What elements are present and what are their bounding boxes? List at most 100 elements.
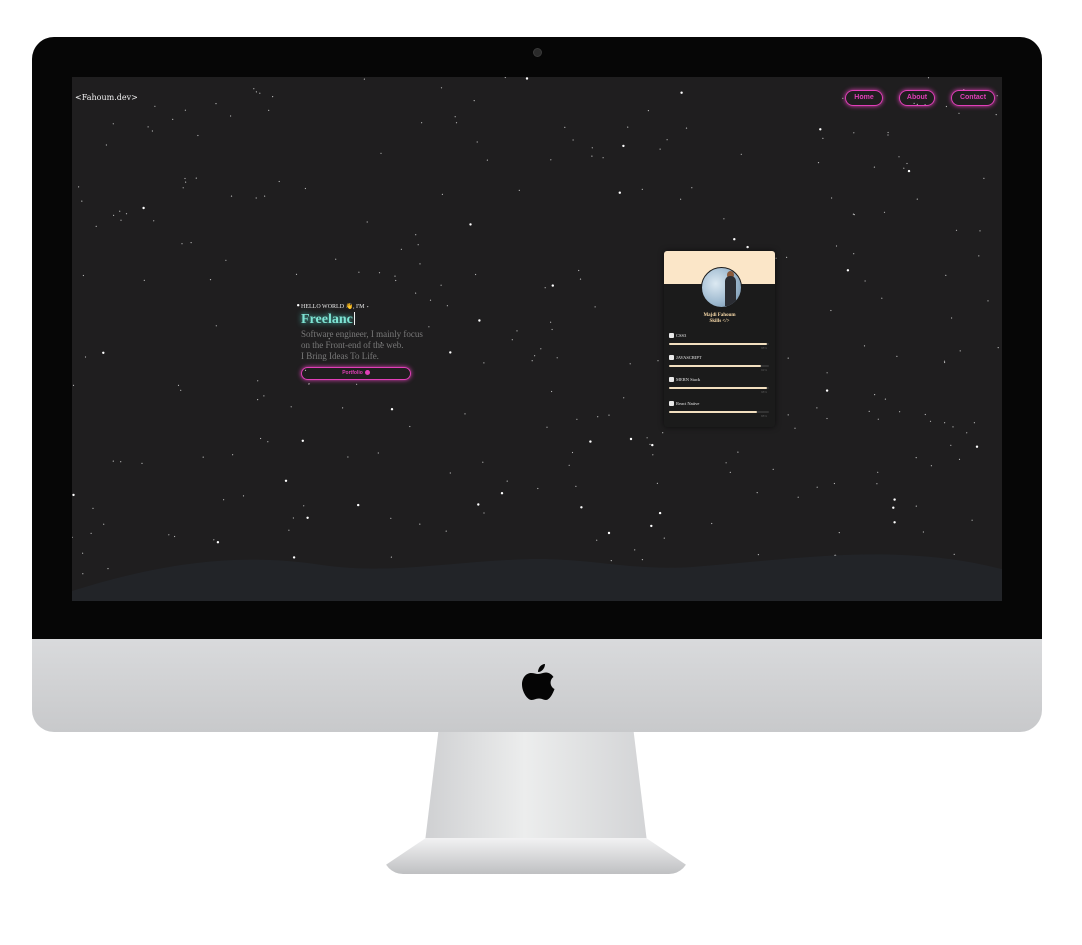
- star: [873, 166, 876, 168]
- star: [825, 389, 829, 392]
- star: [477, 503, 480, 506]
- star: [887, 131, 889, 134]
- star: [306, 516, 309, 519]
- hero-greeting: HELLO WORLD 👋, I'M: [301, 303, 451, 310]
- star: [119, 210, 121, 212]
- skill-percent: 98%: [760, 390, 767, 394]
- nav-about-button[interactable]: About: [899, 90, 935, 106]
- star: [500, 492, 504, 495]
- skill-label-row: CSS3: [669, 333, 769, 338]
- star: [378, 272, 381, 274]
- star: [916, 198, 918, 200]
- wave-emoji-icon: 👋: [345, 304, 354, 310]
- star: [680, 198, 682, 200]
- javascript-icon: [669, 355, 674, 360]
- star: [272, 96, 274, 98]
- star: [997, 347, 999, 349]
- star: [143, 279, 145, 281]
- description-line: I Bring Ideas To Life.: [301, 351, 379, 361]
- hills-silhouette: [72, 554, 1002, 601]
- layers-icon: [669, 377, 674, 382]
- star: [864, 280, 866, 282]
- portfolio-button[interactable]: Portfolio: [301, 367, 411, 380]
- star: [572, 139, 574, 141]
- star: [833, 482, 836, 485]
- star: [973, 422, 976, 424]
- card-name: Majdi Fahoum: [703, 313, 736, 318]
- star: [82, 274, 84, 277]
- star: [415, 234, 417, 236]
- star: [147, 126, 149, 128]
- star: [578, 269, 580, 272]
- skill-label: CSS3: [676, 333, 687, 338]
- star: [151, 130, 153, 132]
- star: [951, 317, 953, 319]
- star: [651, 443, 654, 447]
- nav-contact-button[interactable]: Contact: [951, 90, 995, 106]
- star: [419, 263, 421, 265]
- star: [81, 200, 83, 202]
- star: [177, 384, 180, 386]
- star: [863, 345, 866, 347]
- star: [230, 115, 232, 117]
- star: [141, 462, 143, 464]
- star: [816, 486, 818, 488]
- star: [304, 187, 306, 190]
- star: [831, 197, 833, 199]
- star: [896, 355, 898, 357]
- star: [550, 159, 552, 161]
- skill-label-row: JAVASCRIPT: [669, 355, 769, 360]
- star: [366, 221, 368, 223]
- avatar: [701, 267, 742, 308]
- star: [297, 304, 300, 307]
- star: [551, 328, 553, 331]
- star: [303, 505, 305, 507]
- star: [658, 511, 662, 515]
- star: [223, 499, 225, 501]
- star: [978, 255, 980, 257]
- star: [680, 91, 683, 94]
- star: [185, 181, 187, 183]
- star: [930, 465, 933, 467]
- star: [257, 399, 259, 401]
- skill-bar-fill: [669, 387, 767, 389]
- star: [959, 350, 961, 352]
- star: [929, 420, 932, 422]
- star: [358, 271, 360, 273]
- star: [357, 503, 360, 507]
- site-logo[interactable]: <Fahoum.dev>: [75, 93, 138, 102]
- star: [551, 390, 553, 393]
- star: [746, 245, 749, 249]
- star: [830, 309, 832, 312]
- star: [478, 319, 481, 322]
- star: [260, 437, 262, 440]
- star: [876, 483, 878, 485]
- star: [72, 384, 75, 386]
- star: [301, 439, 304, 442]
- typed-role-text: Freelanc: [301, 312, 451, 328]
- star: [215, 103, 217, 105]
- star: [103, 523, 105, 525]
- star: [646, 437, 648, 439]
- star: [417, 244, 419, 246]
- star: [846, 269, 850, 272]
- star: [390, 517, 392, 519]
- star: [394, 275, 396, 277]
- avatar-body: [725, 276, 736, 306]
- star: [551, 284, 554, 287]
- star: [242, 495, 245, 497]
- star: [255, 197, 257, 199]
- star: [571, 451, 574, 454]
- star: [711, 522, 713, 525]
- description-line: on the Front-end of the web.: [301, 340, 404, 350]
- star: [887, 134, 889, 136]
- star: [958, 458, 961, 460]
- star: [659, 148, 661, 150]
- skill-label: MERN Stack: [676, 377, 701, 382]
- star: [775, 257, 777, 259]
- star: [906, 162, 908, 165]
- nav-home-button[interactable]: Home: [845, 90, 883, 106]
- star: [915, 457, 917, 459]
- star: [868, 410, 870, 412]
- star: [874, 394, 876, 396]
